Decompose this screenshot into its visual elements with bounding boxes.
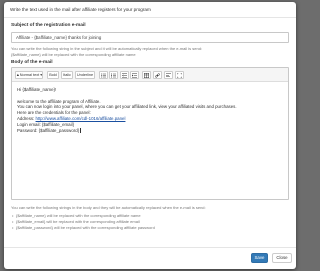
text-style-dropdown[interactable]: ▲Normal text ▾ (15, 71, 43, 79)
link-icon[interactable] (153, 71, 162, 79)
bold-button[interactable]: Bold (47, 71, 59, 79)
affiliate-email-dialog: Write the text used in the mail after af… (4, 2, 296, 269)
password-line: Password: {$affiliate_password} (17, 127, 283, 134)
body-hint: You can write the following strings in t… (11, 205, 206, 210)
fullscreen-icon[interactable] (175, 71, 184, 79)
address-prefix: Address: (17, 115, 36, 121)
indent-icon[interactable] (130, 71, 139, 79)
body-placeholder-list: {$affiliate_name} will be replaced with … (12, 213, 155, 231)
body-textarea[interactable]: Hi {$affiliate_name}! welcome to the aff… (12, 83, 288, 199)
list-item: {$affiliate_password} will be replaced w… (12, 225, 155, 231)
editor-toolbar: ▲Normal text ▾ Bold Italic Underline (12, 68, 288, 82)
bulleted-list-icon[interactable] (99, 71, 108, 79)
title-divider (4, 17, 296, 18)
subject-hint-placeholder: {$affiliate_name} will be replaced with … (11, 52, 136, 57)
panel-link[interactable]: http://www.affiliate.com/cdl-1016/affili… (36, 116, 126, 121)
align-left-icon[interactable] (164, 71, 173, 79)
close-button[interactable]: Close (272, 253, 292, 263)
dialog-title: Write the text used in the mail after af… (10, 7, 151, 12)
numbered-list-icon[interactable] (109, 71, 118, 79)
save-button[interactable]: Save (251, 253, 268, 263)
subject-label: Subject of the registration e-mail (11, 23, 86, 28)
outdent-icon[interactable] (120, 71, 129, 79)
text-cursor (79, 127, 81, 133)
password-text: Password: {$affiliate_password} (17, 127, 80, 133)
insert-table-icon[interactable] (142, 71, 151, 79)
underline-button[interactable]: Underline (75, 71, 95, 79)
subject-input[interactable]: Affiliate - {$affiliate_name} thanks for… (11, 32, 289, 43)
body-editor: ▲Normal text ▾ Bold Italic Underline Hi … (11, 67, 289, 200)
italic-button[interactable]: Italic (61, 71, 73, 79)
footer-divider (4, 247, 296, 248)
body-label: Body of the e-mail (11, 60, 53, 65)
